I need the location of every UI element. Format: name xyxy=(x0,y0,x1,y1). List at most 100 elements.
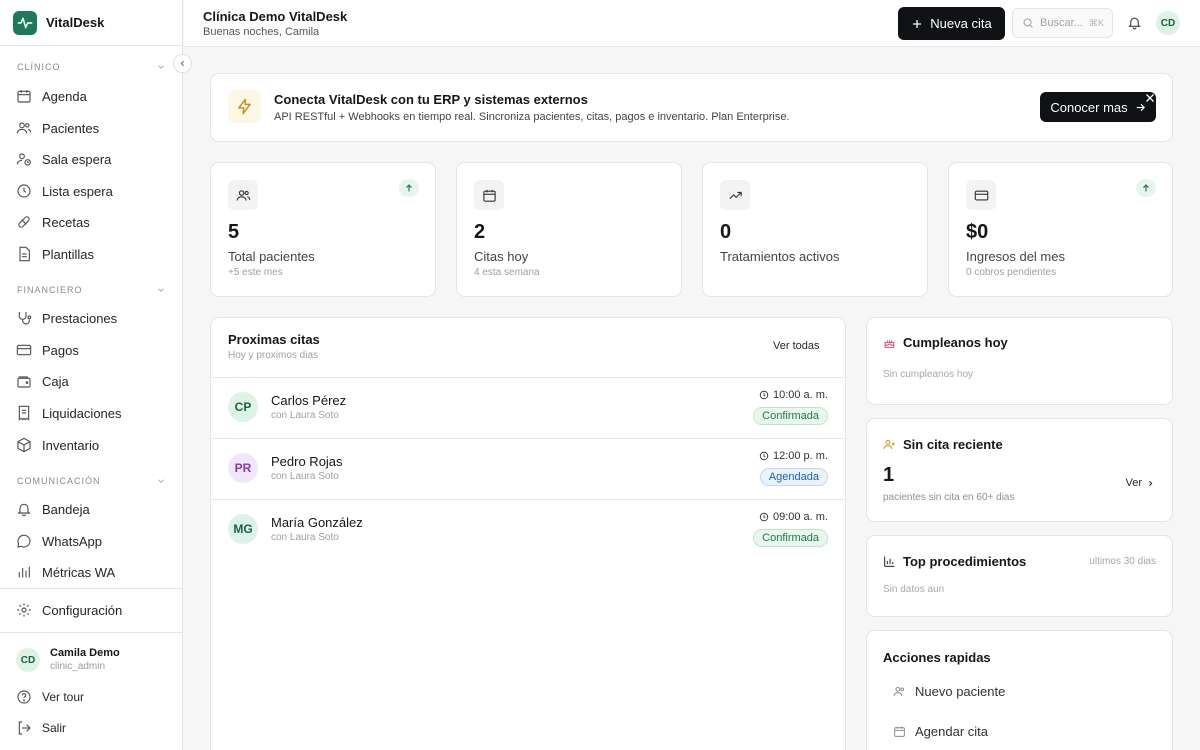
search-input[interactable]: Buscar... ⌘K xyxy=(1012,8,1113,38)
appointment-row[interactable]: PR Pedro Rojas con Laura Soto 12:00 p. m… xyxy=(211,438,845,499)
stat-label: Citas hoy xyxy=(474,249,529,264)
upcoming-appointments-panel: Proximas citas Hoy y proximos dias Ver t… xyxy=(210,317,846,750)
action-label: Agendar cita xyxy=(915,724,988,739)
new-patient-action[interactable]: Nuevo paciente xyxy=(893,684,1005,699)
search-placeholder: Buscar... xyxy=(1040,17,1083,29)
no-recent-sub: pacientes sin cita en 60+ dias xyxy=(883,492,1015,503)
sidebar-item-pacientes[interactable]: Pacientes xyxy=(16,117,99,139)
sidebar-item-label: Pacientes xyxy=(42,120,100,136)
sidebar-item-inventario[interactable]: Inventario xyxy=(16,434,99,456)
notifications-button[interactable] xyxy=(1127,15,1142,30)
collapse-sidebar-button[interactable] xyxy=(173,54,192,73)
sidebar-item-recetas[interactable]: Recetas xyxy=(16,211,90,233)
sidebar-item-lista-espera[interactable]: Lista espera xyxy=(16,180,113,202)
chevron-right-icon xyxy=(1149,480,1153,486)
section-financiero[interactable]: FINANCIERO xyxy=(17,285,166,295)
section-title: COMUNICACIÓN xyxy=(17,476,101,486)
doctor-name: con Laura Soto xyxy=(271,471,339,482)
card-title-label: Cumpleanos hoy xyxy=(903,335,1008,350)
top-procedures-card: Top procedimientos ultimos 30 dias Sin d… xyxy=(866,535,1173,617)
sidebar-item-caja[interactable]: Caja xyxy=(16,370,69,392)
empty-state: Sin cumpleanos hoy xyxy=(883,369,974,380)
brand[interactable]: VitalDesk xyxy=(0,0,182,46)
appointment-row[interactable]: CP Carlos Pérez con Laura Soto 10:00 a. … xyxy=(211,377,845,438)
wallet-icon xyxy=(17,376,31,388)
logout-button[interactable]: Salir xyxy=(16,717,66,739)
pulse-logo-icon xyxy=(13,10,37,35)
bell-icon xyxy=(1128,17,1141,30)
sidebar-item-plantillas[interactable]: Plantillas xyxy=(16,243,94,265)
sidebar-item-label: Plantillas xyxy=(42,246,95,262)
stat-card-active-treatments[interactable]: 0 Tratamientos activos xyxy=(702,162,928,297)
bar-chart-icon xyxy=(884,556,895,567)
clock-icon xyxy=(17,184,31,198)
schedule-appointment-action[interactable]: Agendar cita xyxy=(893,724,988,739)
avatar: MG xyxy=(228,514,258,544)
quick-actions-card: Acciones rapidas Nuevo paciente Agendar … xyxy=(866,630,1173,750)
divider xyxy=(0,632,183,633)
birthdays-card: Cumpleanos hoy Sin cumpleanos hoy xyxy=(866,317,1173,405)
user-clock-icon xyxy=(16,153,31,166)
bar-chart-icon xyxy=(18,566,30,578)
sidebar-item-metricas-wa[interactable]: Métricas WA xyxy=(16,561,115,583)
sidebar-item-label: Recetas xyxy=(42,214,90,230)
promo-banner: Conecta VitalDesk con tu ERP y sistemas … xyxy=(210,73,1173,142)
status-badge: Agendada xyxy=(759,468,828,486)
stat-value: 5 xyxy=(228,221,240,243)
doctor-name: con Laura Soto xyxy=(271,410,339,421)
sidebar-item-whatsapp[interactable]: WhatsApp xyxy=(16,530,102,552)
chevron-left-icon xyxy=(180,60,184,67)
zap-icon xyxy=(228,90,261,123)
plus-icon xyxy=(913,19,922,28)
card-title: Top procedimientos xyxy=(883,554,1026,569)
sidebar-item-label: Métricas WA xyxy=(42,564,116,580)
sidebar-item-pagos[interactable]: Pagos xyxy=(16,339,79,361)
chevron-down-icon xyxy=(158,65,164,69)
learn-more-button[interactable]: Conocer mas xyxy=(1040,92,1156,122)
doctor-name: con Laura Soto xyxy=(271,532,339,543)
stat-card-total-patients[interactable]: 5 Total pacientes +5 este mes xyxy=(210,162,436,297)
stat-card-appointments-today[interactable]: 2 Citas hoy 4 esta semana xyxy=(456,162,682,297)
sidebar-item-bandeja[interactable]: Bandeja xyxy=(16,498,90,520)
arrow-up-icon xyxy=(399,179,419,197)
action-label: Nuevo paciente xyxy=(915,684,1006,699)
trending-up-icon xyxy=(720,180,750,210)
appointment-row[interactable]: MG María González con Laura Soto 09:00 a… xyxy=(211,499,845,560)
calendar-icon xyxy=(17,90,31,103)
calendar-icon xyxy=(894,726,905,737)
section-title: FINANCIERO xyxy=(17,285,83,295)
section-comunicacion[interactable]: COMUNICACIÓN xyxy=(17,476,166,486)
card-title: Sin cita reciente xyxy=(883,437,1003,452)
stat-label: Tratamientos activos xyxy=(720,249,840,264)
time-label: 10:00 a. m. xyxy=(772,389,828,401)
sidebar-item-label: Configuración xyxy=(42,602,123,618)
stat-sub: 4 esta semana xyxy=(474,267,540,278)
avatar[interactable]: CD xyxy=(16,648,40,672)
sidebar-item-sala-espera[interactable]: Sala espera xyxy=(16,148,111,170)
clock-icon xyxy=(759,451,769,461)
see-button[interactable]: Ver xyxy=(1125,477,1155,489)
time-label: 09:00 a. m. xyxy=(772,511,828,523)
sidebar-item-label: Inventario xyxy=(42,437,100,453)
avatar[interactable]: CD xyxy=(1156,11,1180,35)
tour-button[interactable]: Ver tour xyxy=(16,686,84,708)
new-appointment-button[interactable]: Nueva cita xyxy=(898,7,1005,40)
section-clinico[interactable]: CLÍNICO xyxy=(17,62,166,72)
sidebar-item-label: Liquidaciones xyxy=(42,405,122,421)
cake-icon xyxy=(884,340,895,348)
stat-label: Total pacientes xyxy=(228,249,315,264)
sidebar-item-liquidaciones[interactable]: Liquidaciones xyxy=(16,402,122,424)
sidebar-item-agenda[interactable]: Agenda xyxy=(16,85,87,107)
clock-icon xyxy=(759,390,769,400)
see-all-button[interactable]: Ver todas xyxy=(773,340,819,352)
sidebar: VitalDesk CLÍNICO Agenda Pacientes Sala … xyxy=(0,0,183,750)
sidebar-item-configuracion[interactable]: Configuración xyxy=(16,599,122,621)
arrow-up-icon xyxy=(1136,179,1156,197)
avatar: CP xyxy=(228,392,258,422)
close-icon[interactable] xyxy=(1144,92,1156,104)
sidebar-item-label: WhatsApp xyxy=(42,533,102,549)
see-label: Ver xyxy=(1125,477,1142,489)
sidebar-item-label: Lista espera xyxy=(42,183,113,199)
stat-card-monthly-income[interactable]: $0 Ingresos del mes 0 cobros pendientes xyxy=(948,162,1173,297)
sidebar-item-prestaciones[interactable]: Prestaciones xyxy=(16,307,117,329)
